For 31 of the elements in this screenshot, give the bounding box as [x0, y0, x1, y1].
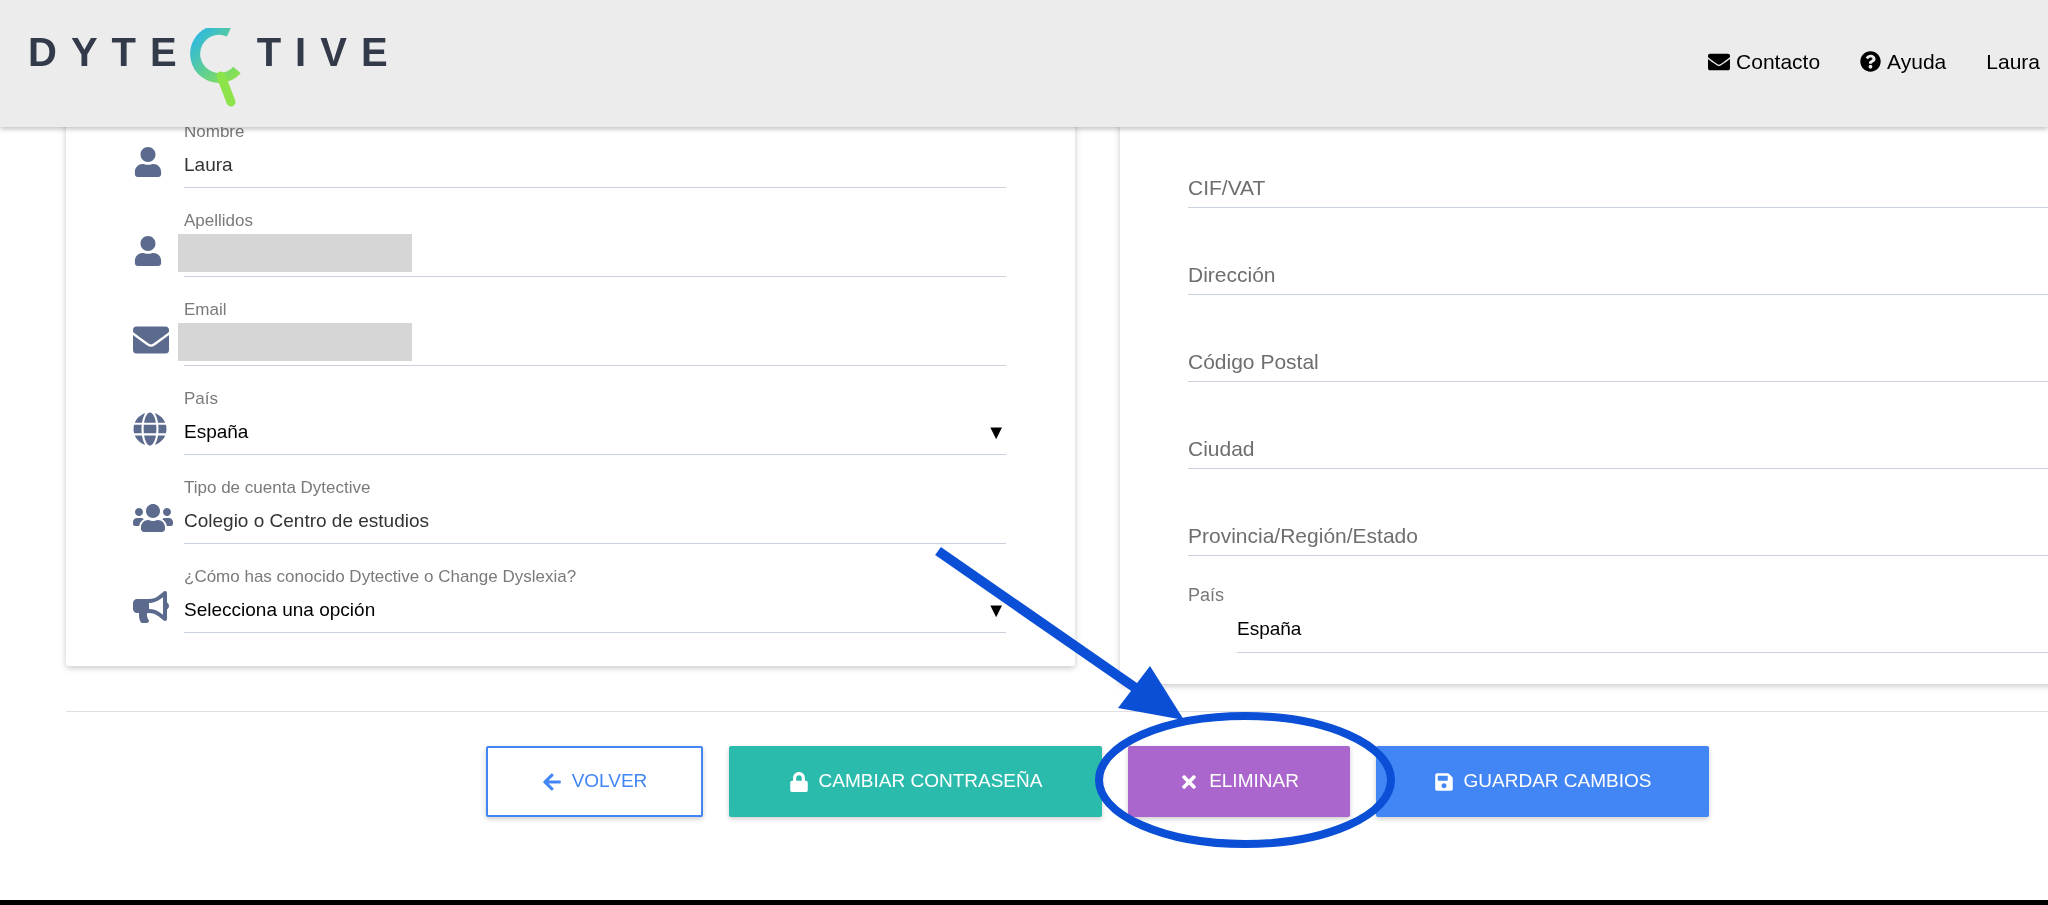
input-field[interactable]: Colegio o Centro de estudios	[184, 499, 1006, 543]
help-icon	[1860, 51, 1882, 73]
field-label: ¿Cómo has conocido Dytective o Change Dyslexia?	[184, 566, 578, 588]
input-field[interactable]: Dirección	[1188, 255, 2048, 295]
field-label: País	[184, 388, 220, 410]
nav-link[interactable]: Ayuda	[1860, 46, 1947, 78]
logo-text: DYTE	[28, 30, 191, 74]
save-button[interactable]: GUARDAR CAMBIOS	[1376, 746, 1709, 817]
select-field[interactable]: España ▼	[184, 410, 1006, 454]
input-field[interactable]: CIF/VAT	[1188, 168, 2048, 208]
input-field[interactable]: Laura	[184, 143, 1006, 187]
field-label: Email	[184, 299, 228, 321]
select-field[interactable]: España	[1237, 607, 2048, 653]
globe-icon	[133, 412, 167, 446]
nav-link[interactable]: Contacto	[1708, 46, 1821, 78]
arrow-left-icon	[541, 771, 562, 792]
input-field[interactable]: Provincia/Región/Estado	[1188, 516, 2048, 556]
nav-link[interactable]: Laura	[1986, 46, 2040, 78]
back-button[interactable]: VOLVER	[486, 746, 703, 817]
field-label: Apellidos	[184, 210, 254, 232]
megaphone-icon	[133, 589, 169, 625]
delete-button[interactable]: ELIMINAR	[1128, 746, 1350, 817]
field-label: País	[1188, 584, 1226, 607]
logo-text: TIVE	[256, 30, 402, 74]
input-field[interactable]: Ciudad	[1188, 429, 2048, 469]
user-icon	[133, 236, 163, 266]
input-field[interactable]: Código Postal	[1188, 342, 2048, 382]
select-field[interactable]: Selecciona una opción ▼	[184, 588, 1006, 632]
user-icon	[133, 147, 163, 177]
field-label: Tipo de cuenta Dytective	[184, 477, 372, 499]
lock-icon	[788, 771, 809, 792]
